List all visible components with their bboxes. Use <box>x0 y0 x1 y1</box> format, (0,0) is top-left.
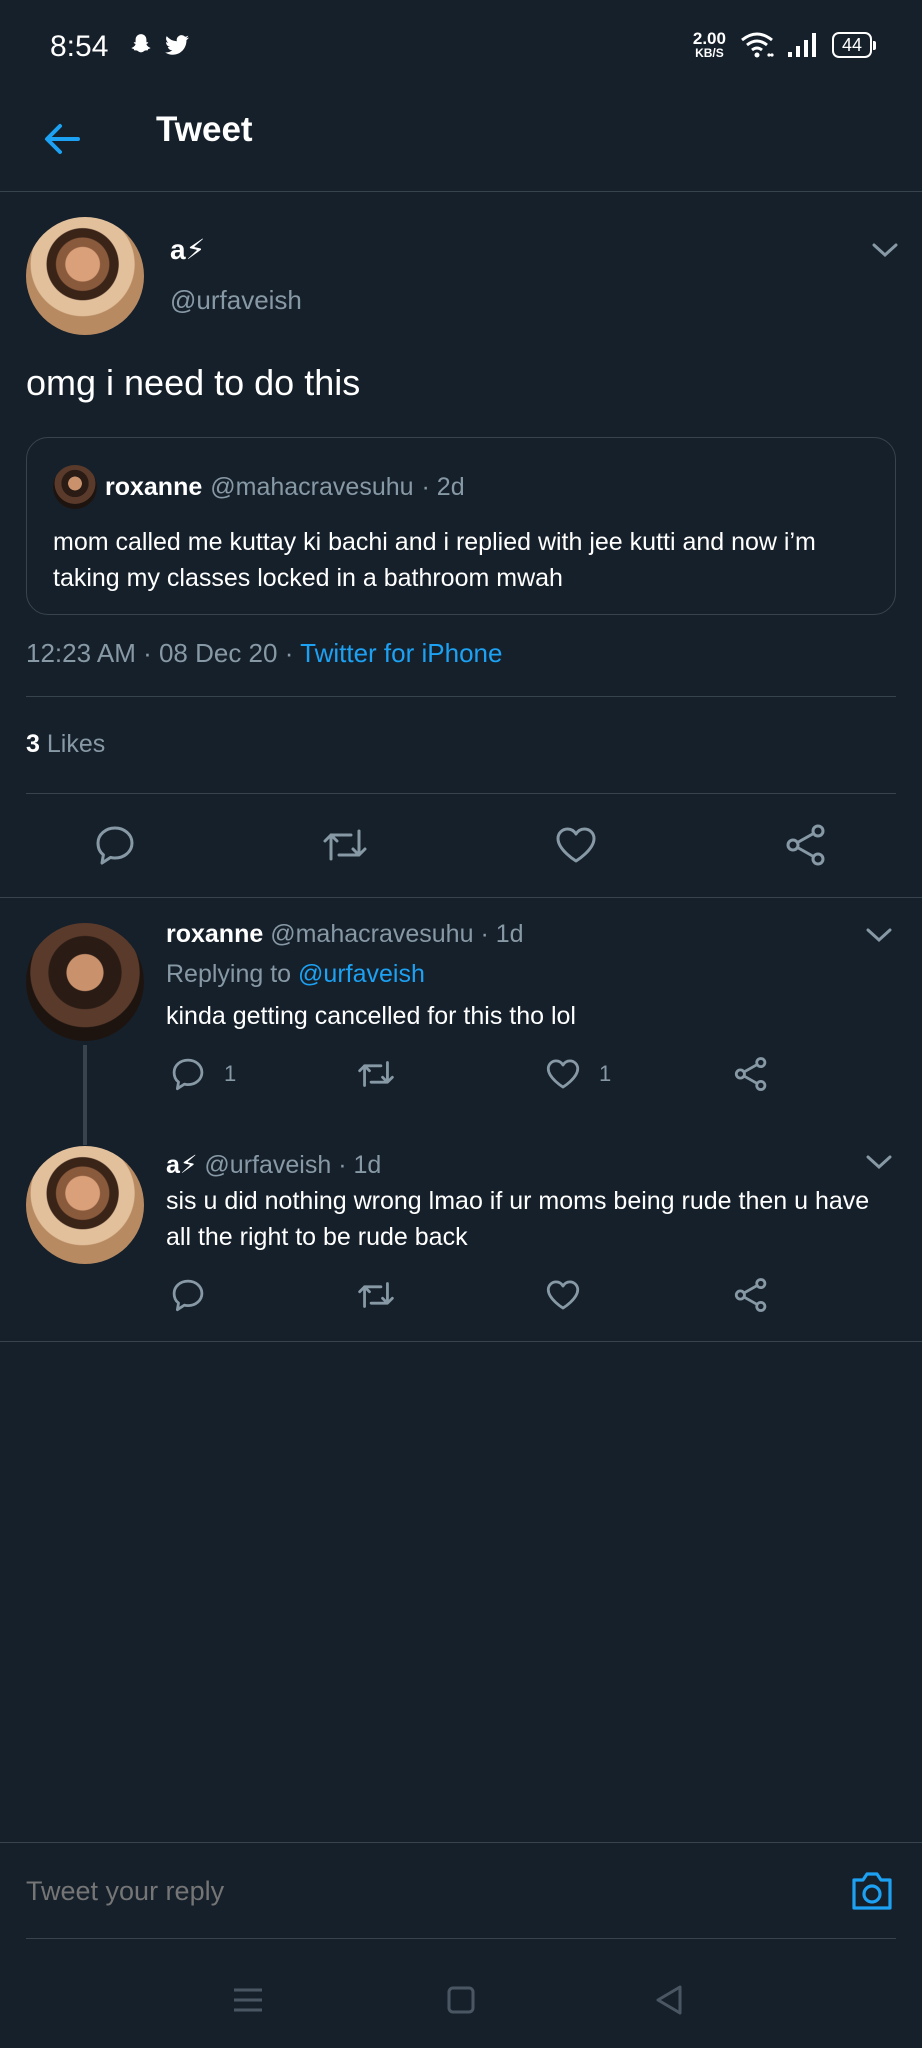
reply-author-avatar[interactable] <box>26 1146 144 1264</box>
reply-action-share[interactable] <box>733 1277 769 1313</box>
reply-text: kinda getting cancelled for this tho lol <box>166 1002 576 1030</box>
network-speed: 2.00 KB/S <box>692 29 726 60</box>
tweet-text: omg i need to do this <box>26 362 361 403</box>
heart-icon <box>556 827 596 863</box>
status-time: 8:54 <box>50 30 109 63</box>
quoted-author-name: roxanne <box>105 472 203 501</box>
reply-input[interactable] <box>26 1843 826 1939</box>
tweet-meta: 12:23 AM · 08 Dec 20 · Twitter for iPhon… <box>26 638 502 669</box>
notification-icons <box>128 32 190 58</box>
reply-author-name[interactable]: roxanne <box>166 920 263 948</box>
reply-time: · 1d <box>480 920 524 948</box>
reply-composer <box>0 1842 922 1939</box>
divider <box>26 696 896 697</box>
divider <box>26 793 896 794</box>
quoted-author-avatar <box>53 465 97 509</box>
reply-author-handle[interactable]: @mahacravesuhu <box>270 920 473 948</box>
status-bar: 8:54 2.00 KB/S 44 <box>0 0 922 95</box>
reply-icon <box>172 1058 204 1091</box>
page-title: Tweet <box>156 110 253 149</box>
tweet-timestamp: 12:23 AM · 08 Dec 20 · <box>26 638 294 668</box>
heart-icon <box>546 1059 580 1089</box>
quoted-tweet[interactable]: roxanne @mahacravesuhu · 2d mom called m… <box>26 437 896 615</box>
chevron-down-icon[interactable] <box>870 240 900 260</box>
likes-count[interactable]: 3 Likes <box>26 730 105 759</box>
quoted-tweet-header: roxanne @mahacravesuhu · 2d <box>53 465 465 509</box>
quoted-tweet-time: · 2d <box>421 472 465 501</box>
tweet-action-bar <box>0 820 922 876</box>
battery-indicator: 44 <box>831 31 877 58</box>
wifi-icon <box>741 32 774 57</box>
share-icon <box>734 1057 767 1091</box>
replying-to: Replying to @urfaveish <box>166 960 425 989</box>
share-icon <box>786 824 825 866</box>
snapchat-icon <box>131 34 151 53</box>
twitter-bird-icon <box>165 35 189 55</box>
author-avatar[interactable] <box>26 217 144 335</box>
retweet-icon <box>358 1061 394 1087</box>
quoted-author-handle: @mahacravesuhu <box>210 472 414 501</box>
top-app-bar: Tweet <box>0 95 922 192</box>
share-icon <box>734 1278 767 1312</box>
divider <box>0 1341 922 1342</box>
reply-action-reply[interactable]: 1 <box>170 1056 236 1092</box>
retweet-icon <box>358 1282 394 1308</box>
back-button[interactable] <box>38 115 86 163</box>
reply-author-name[interactable]: a⚡ <box>166 1151 197 1179</box>
signal-icon <box>787 32 816 57</box>
tweet-source-link[interactable]: Twitter for iPhone <box>300 638 502 668</box>
reply-button[interactable] <box>90 820 140 870</box>
reply-input-underline <box>26 1938 896 1939</box>
reply-time: · 1d <box>338 1151 382 1179</box>
reply-count: 1 <box>224 1061 237 1086</box>
likes-number: 3 <box>26 730 40 758</box>
reply-action-like[interactable] <box>545 1277 581 1313</box>
system-status: 2.00 KB/S 44 <box>692 29 877 60</box>
retweet-button[interactable] <box>320 820 370 870</box>
replying-to-label: Replying to <box>166 960 292 988</box>
camera-icon[interactable] <box>848 1868 896 1914</box>
reply-action-retweet[interactable] <box>356 1277 396 1313</box>
home-icon[interactable] <box>441 1980 481 2020</box>
reply-action-reply[interactable] <box>170 1277 206 1313</box>
author-handle[interactable]: @urfaveish <box>170 285 302 316</box>
reply-header: roxanne @mahacravesuhu · 1d <box>166 920 524 949</box>
retweet-icon <box>323 829 367 861</box>
like-count: 1 <box>599 1061 612 1086</box>
reply-header: a⚡ @urfaveish · 1d <box>166 1150 381 1180</box>
like-button[interactable] <box>551 820 601 870</box>
share-button[interactable] <box>781 820 831 870</box>
likes-label: Likes <box>46 730 106 758</box>
system-nav-bar <box>0 1952 922 2048</box>
back-arrow-icon <box>45 124 80 154</box>
chevron-down-icon[interactable] <box>864 925 894 945</box>
menu-icon[interactable] <box>228 1980 268 2020</box>
heart-icon <box>546 1280 580 1310</box>
thread-connector <box>83 1045 87 1145</box>
back-nav-icon[interactable] <box>650 1980 690 2020</box>
chevron-down-icon[interactable] <box>864 1152 894 1172</box>
divider <box>0 897 922 898</box>
reply-author-avatar[interactable] <box>26 923 144 1041</box>
replying-to-handle[interactable]: @urfaveish <box>298 960 425 988</box>
reply-icon <box>96 826 134 865</box>
reply-action-like[interactable]: 1 <box>545 1056 611 1092</box>
quoted-tweet-text: mom called me kuttay ki bachi and i repl… <box>53 528 816 592</box>
reply-text: sis u did nothing wrong lmao if ur moms … <box>166 1187 870 1251</box>
reply-action-share[interactable] <box>733 1056 769 1092</box>
reply-icon <box>172 1279 204 1312</box>
reply-author-handle[interactable]: @urfaveish <box>204 1151 331 1179</box>
author-name[interactable]: a⚡ <box>170 233 205 266</box>
reply-action-retweet[interactable] <box>356 1056 396 1092</box>
